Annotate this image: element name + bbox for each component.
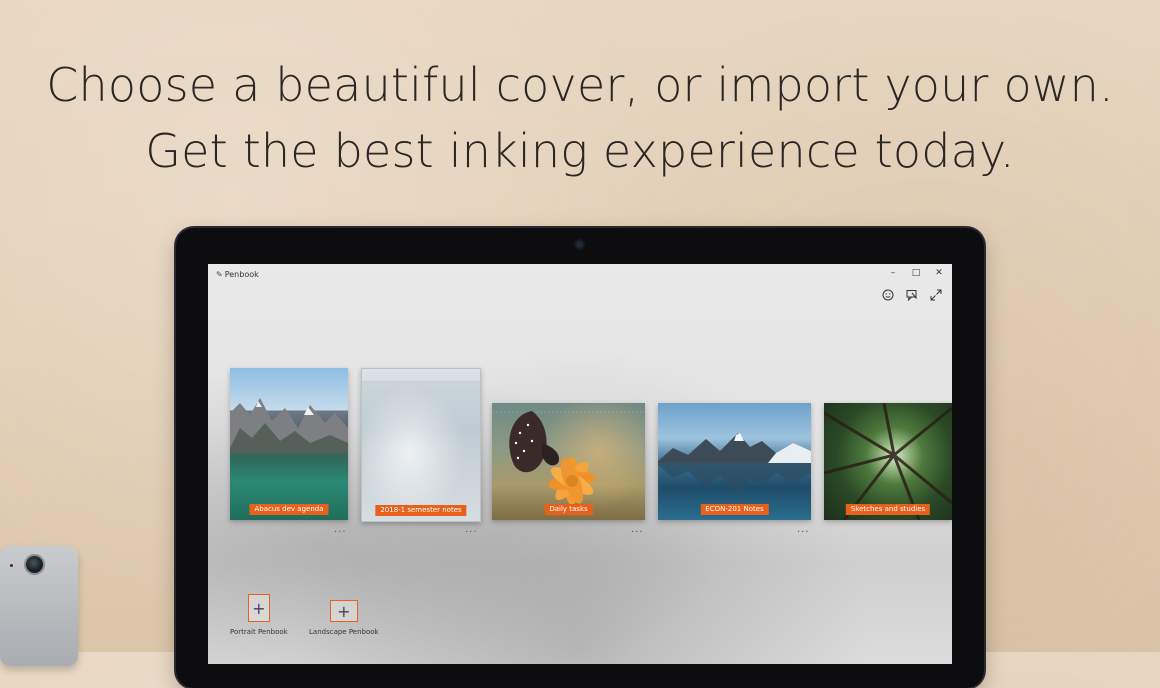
window-controls: – □ ✕	[888, 268, 944, 278]
cover-2018-1-semester-notes[interactable]: 2018-1 semester notes	[361, 368, 481, 522]
cover-label: 2018-1 semester notes	[375, 505, 467, 516]
app-title-text: Penbook	[224, 270, 259, 279]
headline-line-1: Choose a beautiful cover, or import your…	[46, 58, 1114, 112]
more-options-button[interactable]: ...	[797, 525, 810, 535]
close-button[interactable]: ✕	[934, 268, 944, 278]
app-title: ✎ Penbook	[216, 270, 259, 279]
feedback-icon[interactable]	[906, 289, 918, 301]
butterfly-flower-image	[492, 411, 645, 505]
cover-econ-201-notes[interactable]: ECON-201 Notes	[658, 403, 811, 520]
cover-sketches-and-studies[interactable]: Sketches and studies	[824, 403, 952, 520]
mountain-reflection-image	[658, 433, 811, 493]
headline-line-2: Get the best inking experience today.	[145, 124, 1015, 178]
landscape-penbook-label: Landscape Penbook	[309, 628, 379, 636]
maximize-button[interactable]: □	[911, 268, 921, 278]
cover-label: Sketches and studies	[845, 504, 931, 515]
minimize-button[interactable]: –	[888, 268, 898, 278]
portrait-penbook-label: Portrait Penbook	[230, 628, 288, 636]
fullscreen-icon[interactable]	[930, 289, 942, 301]
app-window: ✎ Penbook – □ ✕ Abacus dev agenda ... 20…	[208, 264, 952, 664]
cover-header-band	[362, 369, 480, 382]
surface-pen-image	[0, 546, 78, 666]
toolbar	[882, 289, 942, 301]
cover-label: ECON-201 Notes	[700, 504, 769, 515]
cover-label: Daily tasks	[544, 504, 593, 515]
tablet-device: ✎ Penbook – □ ✕ Abacus dev agenda ... 20…	[176, 228, 984, 688]
more-options-button[interactable]: ...	[334, 525, 347, 535]
headline: Choose a beautiful cover, or import your…	[0, 52, 1160, 184]
forest-canopy-image	[824, 403, 952, 520]
new-portrait-penbook[interactable]: + Portrait Penbook	[230, 594, 288, 636]
plus-icon[interactable]: +	[329, 600, 358, 622]
more-options-button[interactable]: ...	[465, 525, 478, 535]
pen-led-dot	[10, 564, 13, 567]
title-bar: ✎ Penbook – □ ✕	[208, 264, 952, 286]
camera-lens-icon	[26, 556, 43, 573]
front-camera	[576, 241, 583, 248]
pen-logo-icon: ✎	[216, 270, 223, 279]
mountain-lake-image	[230, 398, 348, 453]
new-landscape-penbook[interactable]: + Landscape Penbook	[309, 600, 379, 636]
more-options-button[interactable]: ...	[631, 525, 644, 535]
cover-abacus-dev-agenda[interactable]: Abacus dev agenda	[230, 368, 348, 520]
cover-daily-tasks[interactable]: Daily tasks	[492, 403, 645, 520]
cover-label: Abacus dev agenda	[249, 504, 329, 515]
plus-icon[interactable]: +	[247, 594, 270, 622]
smiley-icon[interactable]	[882, 289, 894, 301]
